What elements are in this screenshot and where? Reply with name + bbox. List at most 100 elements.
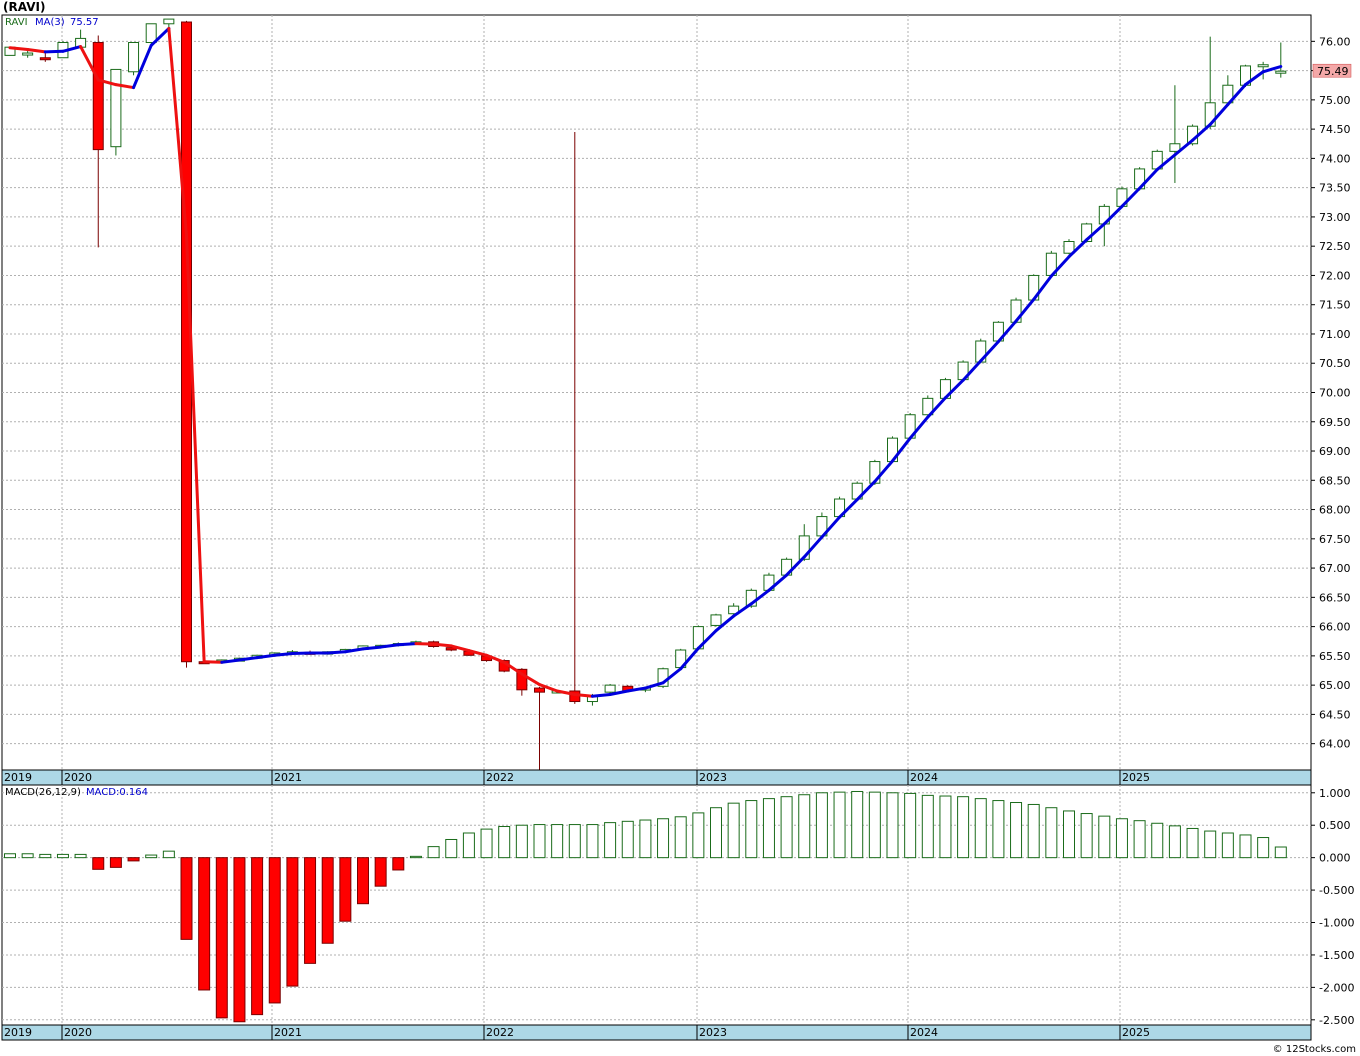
price-y-tick-label: 66.50: [1319, 591, 1351, 604]
price-x-tick-label: 2024: [910, 771, 938, 784]
macd-bar-negative: [233, 857, 246, 1023]
ma-segment: [361, 645, 383, 651]
candle-up: [1257, 64, 1269, 68]
macd-bar-positive: [639, 819, 652, 859]
macd-bar-positive: [56, 853, 69, 859]
ma-segment: [290, 651, 312, 656]
price-y-tick-label: 74.50: [1319, 123, 1351, 136]
macd-x-tick-label: 2021: [274, 1026, 302, 1039]
macd-bar-negative: [374, 857, 387, 887]
candle-down: [92, 42, 104, 151]
macd-bar-positive: [674, 816, 687, 859]
price-x-tick-label: 2020: [64, 771, 92, 784]
macd-bar-positive: [1168, 825, 1181, 859]
macd-y-tick-label: -2.000: [1319, 981, 1354, 994]
macd-bar-negative: [321, 857, 334, 944]
price-date-band: [1, 769, 1312, 786]
price-y-axis: 64.00 64.50 65.00 65.50 66.00 66.50 67.00 67.50…: [1311, 35, 1351, 751]
macd-bar-positive: [939, 795, 952, 859]
macd-bar-negative: [268, 857, 281, 1004]
macd-x-tick-label: 2020: [64, 1026, 92, 1039]
price-x-tick-label: 2025: [1122, 771, 1150, 784]
macd-bar-positive: [39, 853, 52, 859]
macd-bar-positive: [568, 824, 581, 859]
macd-bar-negative: [180, 857, 193, 940]
ma-segment: [273, 652, 294, 657]
macd-x-tick-label: 2024: [910, 1026, 938, 1039]
macd-bar-positive: [1221, 832, 1234, 859]
macd-bar-positive: [604, 822, 617, 859]
macd-x-tick-label: 2022: [486, 1026, 514, 1039]
macd-bar-negative: [109, 857, 122, 868]
candle-down: [534, 687, 545, 693]
macd-bar-positive: [710, 807, 722, 859]
price-y-tick-label: 72.50: [1319, 240, 1351, 253]
macd-bar-positive: [586, 824, 599, 859]
ma-segment: [8, 46, 30, 52]
macd-bar-negative: [286, 857, 299, 987]
price-y-tick-label: 71.50: [1319, 299, 1351, 312]
price-y-tick-label: 65.00: [1319, 679, 1351, 692]
legend-symbol: RAVI: [5, 17, 28, 28]
macd-bar-positive: [533, 824, 546, 859]
macd-bar-positive: [692, 812, 705, 859]
macd-y-tick-label: 1.000: [1319, 787, 1351, 800]
macd-bar-positive: [515, 824, 528, 859]
macd-bar-positive: [957, 796, 970, 859]
macd-bar-positive: [1010, 802, 1023, 859]
price-y-tick-label: 73.00: [1319, 211, 1351, 224]
macd-bar-negative: [392, 857, 405, 871]
price-y-tick-label: 64.00: [1319, 738, 1351, 751]
price-y-tick-label: 67.00: [1319, 562, 1351, 575]
macd-y-tick-label: -1.500: [1319, 949, 1354, 962]
macd-bar-positive: [1151, 822, 1164, 859]
price-y-tick-label: 71.00: [1319, 328, 1351, 341]
macd-bar-negative: [304, 857, 317, 964]
macd-y-axis: 1.000 0.500 0.000 -0.500 -1.000 -1.500 -2.000 -…: [1311, 787, 1354, 1027]
macd-label: MACD(26,12,9): [5, 787, 81, 798]
macd-bar-positive: [1115, 818, 1128, 859]
macd-bar-positive: [1027, 803, 1040, 859]
macd-bar-negative: [127, 857, 140, 862]
macd-bar-positive: [727, 802, 740, 859]
price-y-tick-label: 69.50: [1319, 416, 1351, 429]
candle-up: [1275, 70, 1287, 74]
macd-bar-positive: [145, 854, 158, 859]
macd-bar-positive: [833, 791, 846, 859]
macd-bar-positive: [762, 798, 775, 859]
footer-credit: © 12Stocks.com: [1273, 1044, 1356, 1055]
candle-up: [128, 42, 140, 73]
price-panel: [1, 14, 1312, 786]
macd-x-tick-label: 2023: [699, 1026, 727, 1039]
macd-bar-positive: [1239, 834, 1252, 859]
macd-bar-positive: [1098, 815, 1111, 859]
candle-down: [39, 57, 51, 61]
macd-bar-positive: [868, 791, 881, 859]
legend-ma-value: 75.57: [70, 17, 99, 28]
macd-bar-positive: [1045, 807, 1058, 859]
macd-bar-positive: [462, 832, 475, 859]
price-x-tick-label: 2023: [699, 771, 727, 784]
macd-bar-positive: [886, 792, 899, 859]
price-y-tick-label: 68.00: [1319, 504, 1351, 517]
ma-segment: [573, 693, 594, 698]
ma-segment: [590, 693, 612, 698]
macd-bar-negative: [357, 857, 369, 905]
ma-segment: [202, 660, 224, 664]
macd-bar-positive: [1204, 830, 1217, 859]
macd-bar-positive: [1133, 820, 1146, 859]
macd-x-tick-label: 2025: [1122, 1026, 1150, 1039]
macd-bar-positive: [992, 800, 1005, 859]
chart-title: (RAVI): [3, 0, 45, 14]
macd-bar-positive: [498, 826, 511, 859]
macd-y-tick-label: 0.500: [1319, 819, 1351, 832]
macd-bar-positive: [445, 838, 458, 859]
candle-up: [163, 18, 175, 25]
price-y-tick-label: 75.00: [1319, 94, 1351, 107]
macd-bar-negative: [251, 857, 264, 1016]
macd-bar-negative: [92, 857, 105, 870]
macd-bar-positive: [798, 794, 811, 859]
price-y-tick-label: 65.50: [1319, 650, 1351, 663]
candle-up: [145, 23, 157, 44]
macd-bar-positive: [621, 820, 634, 859]
